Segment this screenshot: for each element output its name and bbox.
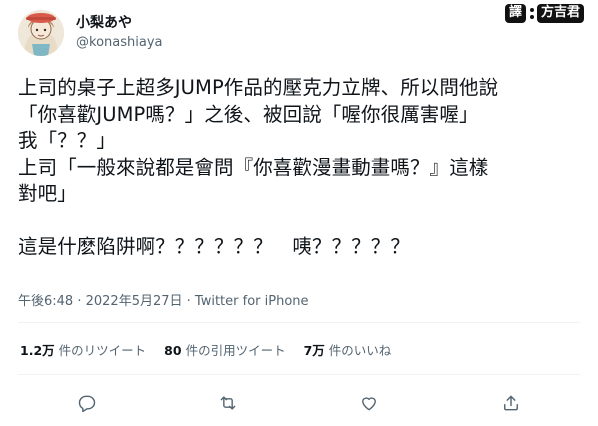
- likes-stat[interactable]: 7万 件のいいね: [304, 340, 392, 359]
- tweet-actions: [0, 386, 598, 420]
- tweet-line: 對吧」: [18, 182, 77, 205]
- share-icon: [504, 395, 518, 411]
- engagement-stats: 1.2万 件のリツイート 80 件の引用ツイート 7万 件のいいね: [20, 340, 391, 359]
- retweets-stat[interactable]: 1.2万 件のリツイート: [20, 340, 146, 359]
- tweet-time[interactable]: 午後6:48: [18, 294, 73, 309]
- heart-icon: [362, 397, 376, 411]
- avatar[interactable]: [18, 10, 64, 56]
- reply-button[interactable]: [70, 386, 104, 420]
- translator-credit: 譯 方吉君: [504, 4, 584, 23]
- user-handle[interactable]: @konashiaya: [76, 33, 162, 52]
- share-button[interactable]: [494, 386, 528, 420]
- tweet-line: 「你喜歡JUMP嗎？」之後、被回說「喔你很厲害喔」: [18, 102, 479, 126]
- credit-separator: [529, 8, 534, 19]
- retweets-label: 件のリツイート: [58, 343, 147, 358]
- divider: [18, 374, 580, 375]
- tweet-date[interactable]: 2022年5月27日: [86, 294, 183, 309]
- likes-count: 7万: [303, 343, 325, 358]
- tweet-line: 我「？？」: [18, 129, 117, 152]
- retweet-button[interactable]: [211, 386, 245, 420]
- reply-icon: [78, 395, 96, 413]
- tweet-line: 上司「一般來說都是會問『你喜歡漫畫動畫嗎？』這樣: [18, 155, 489, 179]
- likes-label: 件のいいね: [328, 343, 392, 358]
- divider: [18, 322, 580, 323]
- tweet-source[interactable]: Twitter for iPhone: [195, 294, 309, 309]
- tweet-meta: 午後6:48 · 2022年5月27日 · Twitter for iPhone: [18, 290, 309, 309]
- retweets-count: 1.2万: [20, 343, 55, 358]
- credit-name: 方吉君: [536, 4, 584, 23]
- tweet-line: 上司的桌子上超多JUMP作品的壓克力立牌、所以問他說: [18, 76, 499, 99]
- display-name[interactable]: 小梨あや: [76, 14, 162, 33]
- like-button[interactable]: [352, 386, 386, 420]
- user-block: 小梨あや @konashiaya: [76, 14, 162, 52]
- tweet-text: 上司的桌子上超多JUMP作品的壓克力立牌、所以問他說 「你喜歡JUMP嗎？」之後…: [18, 75, 583, 261]
- meta-separator: ·: [182, 294, 195, 309]
- tweet-line: 這是什麽陷阱啊？？？？？？ 咦？？？？？: [18, 235, 411, 258]
- quotes-label: 件の引用ツイート: [185, 343, 286, 358]
- retweet-icon: [220, 396, 236, 410]
- credit-tag: 譯: [504, 4, 526, 23]
- quotes-count: 80: [164, 343, 182, 358]
- meta-separator: ·: [73, 294, 86, 309]
- quotes-stat[interactable]: 80 件の引用ツイート: [164, 340, 285, 359]
